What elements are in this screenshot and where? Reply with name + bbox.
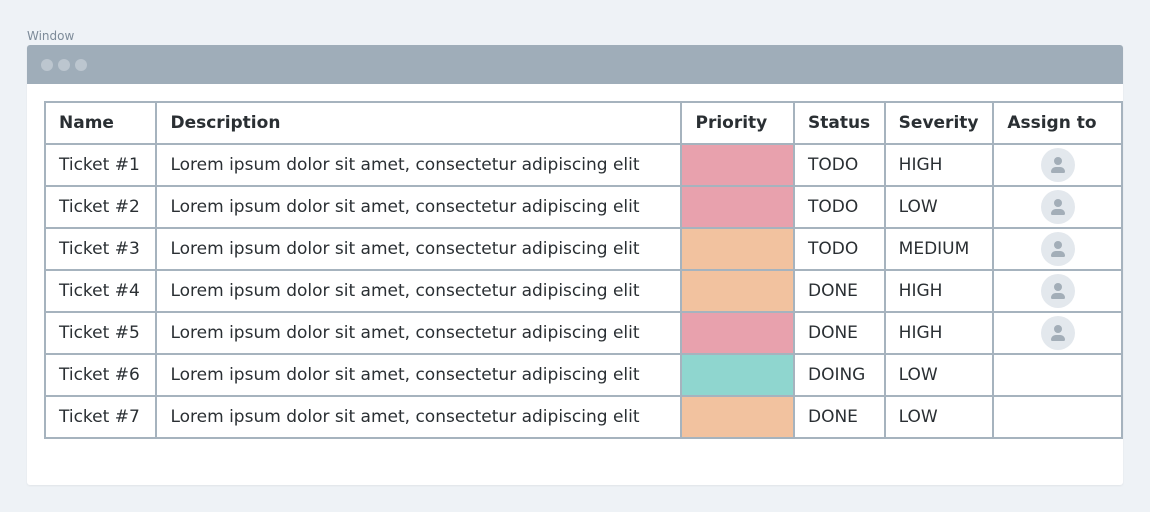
avatar-body-shape	[1050, 251, 1065, 257]
window-control-dot-icon[interactable]	[41, 59, 53, 71]
avatar-head-shape	[1053, 283, 1062, 291]
priority-color-cell	[680, 227, 795, 271]
table-header-row: Name Description Priority Status Severit…	[43, 101, 1123, 145]
ticket-status-cell: TODO	[792, 227, 886, 271]
priority-color-cell	[680, 395, 795, 439]
window-control-dot-icon[interactable]	[75, 59, 87, 71]
ticket-status-cell: DONE	[792, 269, 886, 313]
ticket-status-cell: TODO	[792, 143, 886, 187]
avatar-head-shape	[1053, 157, 1062, 165]
priority-color-cell	[680, 143, 795, 187]
assign-to-cell[interactable]	[992, 353, 1123, 397]
assign-to-cell[interactable]	[992, 143, 1123, 187]
ticket-description-cell: Lorem ipsum dolor sit amet, consectetur …	[155, 185, 683, 229]
ticket-description-cell: Lorem ipsum dolor sit amet, consectetur …	[155, 143, 683, 187]
ticket-description-cell: Lorem ipsum dolor sit amet, consectetur …	[155, 311, 683, 355]
table-row[interactable]: Ticket #1 Lorem ipsum dolor sit amet, con…	[43, 143, 1123, 187]
priority-color-cell	[680, 353, 795, 397]
table-row[interactable]: Ticket #4 Lorem ipsum dolor sit amet, con…	[43, 269, 1123, 313]
ticket-description-cell: Lorem ipsum dolor sit amet, consectetur …	[155, 353, 683, 397]
header-priority[interactable]: Priority	[680, 101, 795, 145]
ticket-name-cell: Ticket #3	[43, 227, 158, 271]
avatar-body-shape	[1050, 293, 1065, 299]
ticket-severity-cell: LOW	[883, 353, 995, 397]
user-avatar-icon[interactable]	[1040, 148, 1075, 182]
user-avatar-icon[interactable]	[1040, 190, 1075, 224]
ticket-severity-cell: MEDIUM	[883, 227, 995, 271]
user-avatar-icon[interactable]	[1040, 316, 1075, 350]
ticket-severity-cell: LOW	[883, 185, 995, 229]
ticket-name-cell: Ticket #1	[43, 143, 158, 187]
ticket-name-cell: Ticket #7	[43, 395, 158, 439]
avatar-head-shape	[1053, 325, 1062, 333]
ticket-status-cell: DONE	[792, 311, 886, 355]
ticket-severity-cell: HIGH	[883, 269, 995, 313]
header-status[interactable]: Status	[792, 101, 886, 145]
header-assign-to[interactable]: Assign to	[992, 101, 1123, 145]
table-row[interactable]: Ticket #6 Lorem ipsum dolor sit amet, con…	[43, 353, 1123, 397]
assign-to-cell[interactable]	[992, 185, 1123, 229]
table-row[interactable]: Ticket #5 Lorem ipsum dolor sit amet, con…	[43, 311, 1123, 355]
user-avatar-icon[interactable]	[1040, 274, 1075, 308]
avatar-body-shape	[1050, 335, 1065, 341]
avatar-body-shape	[1050, 209, 1065, 215]
avatar-head-shape	[1053, 241, 1062, 249]
priority-color-cell	[680, 311, 795, 355]
user-avatar-icon[interactable]	[1040, 232, 1075, 266]
tickets-table: Name Description Priority Status Severit…	[43, 101, 1123, 439]
header-name[interactable]: Name	[43, 101, 158, 145]
assign-to-cell[interactable]	[992, 269, 1123, 313]
ticket-status-cell: TODO	[792, 185, 886, 229]
priority-color-cell	[680, 269, 795, 313]
ticket-severity-cell: HIGH	[883, 311, 995, 355]
assign-to-cell[interactable]	[992, 227, 1123, 271]
header-description[interactable]: Description	[155, 101, 683, 145]
avatar-body-shape	[1050, 167, 1065, 173]
avatar-head-shape	[1053, 199, 1062, 207]
window-control-dot-icon[interactable]	[58, 59, 70, 71]
ticket-description-cell: Lorem ipsum dolor sit amet, consectetur …	[155, 395, 683, 439]
table-row[interactable]: Ticket #2 Lorem ipsum dolor sit amet, con…	[43, 185, 1123, 229]
ticket-description-cell: Lorem ipsum dolor sit amet, consectetur …	[155, 269, 683, 313]
assign-to-cell[interactable]	[992, 311, 1123, 355]
window-label: Window	[27, 29, 75, 43]
assign-to-cell[interactable]	[992, 395, 1123, 439]
ticket-description-cell: Lorem ipsum dolor sit amet, consectetur …	[155, 227, 683, 271]
ticket-name-cell: Ticket #6	[43, 353, 158, 397]
ticket-status-cell: DOING	[792, 353, 886, 397]
ticket-name-cell: Ticket #4	[43, 269, 158, 313]
ticket-severity-cell: LOW	[883, 395, 995, 439]
table-row[interactable]: Ticket #7 Lorem ipsum dolor sit amet, con…	[43, 395, 1123, 439]
table-row[interactable]: Ticket #3 Lorem ipsum dolor sit amet, con…	[43, 227, 1123, 271]
priority-color-cell	[680, 185, 795, 229]
header-severity[interactable]: Severity	[883, 101, 995, 145]
ticket-name-cell: Ticket #2	[43, 185, 158, 229]
ticket-status-cell: DONE	[792, 395, 886, 439]
table-body: Ticket #1 Lorem ipsum dolor sit amet, con…	[43, 143, 1123, 439]
window: Name Description Priority Status Severit…	[27, 45, 1123, 485]
ticket-severity-cell: HIGH	[883, 143, 995, 187]
window-titlebar[interactable]	[27, 45, 1123, 84]
ticket-name-cell: Ticket #5	[43, 311, 158, 355]
